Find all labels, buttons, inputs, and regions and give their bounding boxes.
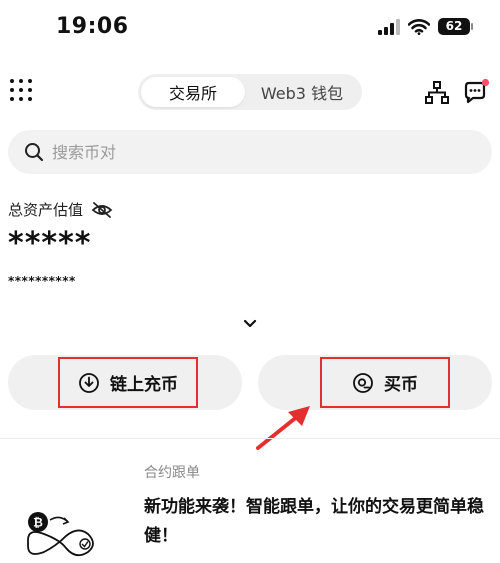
svg-text:₿: ₿ (33, 516, 43, 530)
total-assets-value: ***** (8, 226, 92, 261)
copy-trading-illustration: ₿ (27, 512, 94, 557)
menu-grid-icon[interactable] (10, 79, 36, 105)
header: 交易所 Web3 钱包 (0, 72, 500, 112)
divider (0, 438, 500, 439)
deposit-label: 链上充币 (110, 375, 178, 395)
status-time: 19:06 (56, 14, 129, 39)
download-icon (79, 372, 99, 393)
status-icons: 62 (378, 18, 473, 35)
tab-switch: 交易所 Web3 钱包 (138, 74, 362, 110)
annotation-arrow (256, 406, 310, 450)
buy-label: 买币 (384, 375, 418, 395)
buy-highlight-box: 买币 (320, 357, 450, 408)
wifi-icon (408, 18, 430, 35)
chat-icon[interactable] (462, 78, 490, 106)
battery-icon: 62 (438, 18, 473, 35)
asset-label-row: 总资产估值 (8, 199, 113, 220)
promo-text[interactable]: 新功能来袭！智能跟单，让你的交易更简单稳健！ (144, 493, 496, 551)
tab-exchange[interactable]: 交易所 (141, 77, 245, 107)
status-bar: 19:06 62 (0, 0, 500, 56)
deposit-highlight-box: 链上充币 (58, 357, 198, 408)
buy-coin-icon (353, 372, 373, 393)
total-assets-label: 总资产估值 (8, 201, 84, 219)
chevron-down-icon[interactable] (241, 318, 259, 330)
assets-sub-value: ********** (8, 274, 76, 288)
network-icon[interactable] (424, 80, 450, 106)
tab-web3-wallet[interactable]: Web3 钱包 (245, 77, 359, 107)
signal-icon (378, 18, 400, 35)
search-input[interactable] (52, 142, 452, 162)
deposit-button[interactable]: 链上充币 (8, 355, 242, 410)
search-icon (25, 143, 44, 162)
eye-off-icon[interactable] (91, 201, 113, 219)
promo-tag: 合约跟单 (144, 465, 200, 481)
notification-dot (481, 78, 490, 87)
search-bar[interactable] (8, 130, 492, 174)
